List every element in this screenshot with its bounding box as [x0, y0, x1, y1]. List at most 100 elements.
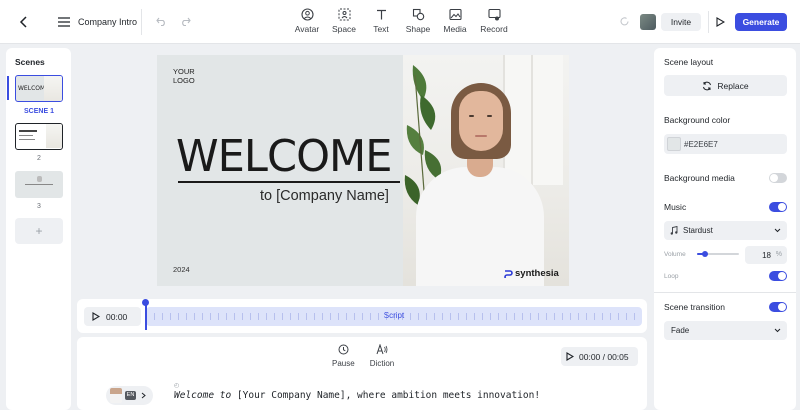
synthesia-logo-icon [504, 269, 513, 278]
transition-value: Fade [671, 326, 690, 335]
script-text-emphasis: Welcome to [174, 390, 232, 401]
play-icon[interactable] [566, 352, 574, 361]
toggle-knob [778, 272, 786, 280]
sync-icon [618, 15, 630, 27]
redo-icon[interactable] [178, 14, 192, 28]
pause-tool[interactable]: Pause [332, 344, 355, 368]
avatar-face [459, 91, 503, 151]
background-media-toggle[interactable] [769, 173, 787, 183]
tool-record[interactable]: Record [474, 8, 514, 34]
scene-canvas[interactable]: YOUR LOGO WELCOME to [Company Name] 2024 [157, 55, 569, 286]
tool-record-label: Record [480, 24, 508, 34]
avatar-video[interactable]: synthesia [403, 55, 569, 286]
canvas-subtitle[interactable]: to [Company Name] [260, 188, 389, 204]
chevron-right-icon [141, 392, 146, 399]
scene-transition-label: Scene transition [664, 302, 725, 312]
space-icon [338, 8, 350, 21]
script-playback-control[interactable]: 00:00 / 00:05 [561, 347, 638, 366]
generate-button[interactable]: Generate [735, 13, 787, 31]
music-track-name: Stardust [683, 226, 713, 235]
scene-layout-title: Scene layout [664, 57, 714, 67]
avatar-mouth [475, 135, 487, 137]
tool-avatar-label: Avatar [294, 24, 320, 34]
tool-text[interactable]: Text [361, 8, 401, 34]
scene-3-mini-line [25, 184, 53, 185]
brand-name: synthesia [515, 268, 559, 279]
shape-icon [412, 8, 424, 21]
project-title[interactable]: Company Intro [78, 17, 137, 27]
timeline-script-label: Script [383, 311, 405, 320]
voice-selector[interactable]: EN [106, 386, 153, 405]
timeline-track[interactable]: Script [146, 307, 642, 326]
divider [141, 9, 142, 35]
scene-thumbnail-1[interactable]: WELCOME [15, 75, 63, 102]
background-color-field[interactable]: #E2E6E7 [664, 134, 787, 154]
top-bar: Company Intro Avatar Space Text Shape Me… [0, 0, 800, 44]
window-frame [503, 55, 563, 185]
tool-text-label: Text [373, 24, 389, 34]
replace-label: Replace [717, 80, 749, 91]
timeline-time: 00:00 [106, 312, 128, 322]
timeline-play-control[interactable]: 00:00 [84, 307, 141, 326]
scene-3-mini-avatar [37, 176, 42, 182]
diction-tool[interactable]: Diction [368, 343, 396, 368]
transition-select[interactable]: Fade [664, 321, 787, 340]
avatar-icon [300, 8, 314, 21]
avatar-eye [487, 115, 492, 117]
scene-thumbnail-2[interactable] [15, 123, 63, 150]
color-swatch[interactable] [667, 137, 681, 151]
loop-label: Loop [664, 273, 679, 280]
scene-label-1: SCENE 1 [24, 108, 54, 115]
invite-button[interactable]: Invite [661, 13, 701, 31]
record-icon [487, 8, 501, 21]
chevron-down-icon [774, 228, 781, 233]
scene-2-mini-line [19, 139, 35, 140]
scene-transition-toggle[interactable] [769, 302, 787, 312]
back-arrow-icon[interactable] [16, 14, 32, 30]
toggle-knob [770, 174, 778, 182]
scene-thumbnail-3[interactable] [15, 171, 63, 198]
loop-toggle[interactable] [769, 271, 787, 281]
play-icon[interactable] [92, 312, 100, 321]
chevron-down-icon [774, 328, 781, 333]
tool-media-label: Media [443, 24, 467, 34]
music-note-icon [670, 226, 678, 235]
brand-logo: synthesia [504, 268, 559, 279]
script-text[interactable]: Welcome to [Your Company Name], where am… [174, 390, 540, 401]
tool-shape[interactable]: Shape [398, 8, 438, 34]
canvas-logo[interactable]: YOUR LOGO [173, 67, 195, 85]
language-badge: EN [125, 391, 136, 400]
tool-space[interactable]: Space [324, 8, 364, 34]
background-color-title: Background color [664, 115, 731, 125]
avatar-eye [469, 115, 474, 117]
music-toggle[interactable] [769, 202, 787, 212]
volume-slider-knob[interactable] [701, 251, 708, 257]
diction-label: Diction [369, 359, 395, 368]
tool-avatar[interactable]: Avatar [287, 8, 327, 34]
preview-play-icon[interactable] [713, 15, 727, 29]
canvas-year[interactable]: 2024 [173, 265, 190, 274]
music-label: Music [664, 202, 687, 212]
menu-icon[interactable] [56, 14, 72, 30]
replace-button[interactable]: Replace [664, 75, 787, 96]
scene-selected-indicator [7, 76, 9, 100]
volume-unit: % [775, 251, 782, 258]
background-color-value: #E2E6E7 [684, 140, 718, 149]
undo-icon[interactable] [154, 14, 168, 28]
volume-value: 18 [762, 251, 771, 260]
scene-2-mini-avatar [46, 124, 62, 148]
toggle-knob [778, 303, 786, 311]
scene-2-mini-line [19, 135, 33, 136]
playhead-handle[interactable] [142, 299, 149, 306]
add-scene-button[interactable]: + [15, 218, 63, 244]
script-text-body: [Your Company Name], where ambition meet… [231, 390, 541, 401]
canvas-welcome-title[interactable]: WELCOME [176, 131, 393, 182]
diction-icon [376, 343, 388, 355]
scenes-title: Scenes [15, 57, 45, 67]
music-track-select[interactable]: Stardust [664, 221, 787, 240]
divider [708, 11, 709, 33]
volume-slider[interactable] [697, 251, 739, 257]
tool-media[interactable]: Media [435, 8, 475, 34]
user-avatar[interactable] [640, 14, 656, 30]
volume-input[interactable]: 18 % [745, 246, 787, 264]
